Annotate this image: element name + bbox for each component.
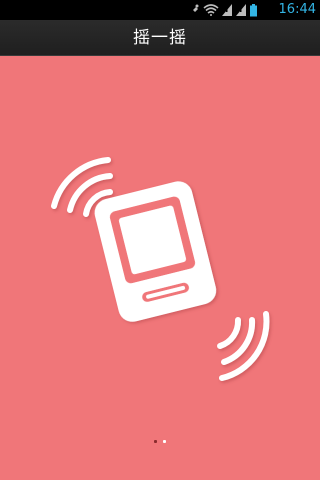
signal-icon bbox=[222, 4, 232, 16]
shake-main-area[interactable] bbox=[0, 56, 320, 480]
page-indicator bbox=[0, 428, 320, 443]
battery-icon bbox=[250, 4, 257, 17]
page-title: 摇一摇 bbox=[133, 28, 187, 48]
shaking-phone-icon bbox=[51, 157, 270, 381]
vibration-waves-right-icon bbox=[217, 311, 270, 381]
page-dot-active[interactable] bbox=[154, 440, 157, 443]
wifi-icon bbox=[203, 4, 219, 16]
status-time: 16:44 bbox=[278, 2, 316, 17]
page-dot-inactive[interactable] bbox=[163, 440, 166, 443]
phone-body-icon bbox=[94, 181, 217, 322]
status-bar: 16:44 bbox=[0, 0, 320, 20]
signal-icon bbox=[236, 4, 246, 16]
status-icons bbox=[190, 4, 257, 17]
usb-debug-icon bbox=[190, 4, 199, 15]
title-bar: 摇一摇 bbox=[0, 20, 320, 56]
